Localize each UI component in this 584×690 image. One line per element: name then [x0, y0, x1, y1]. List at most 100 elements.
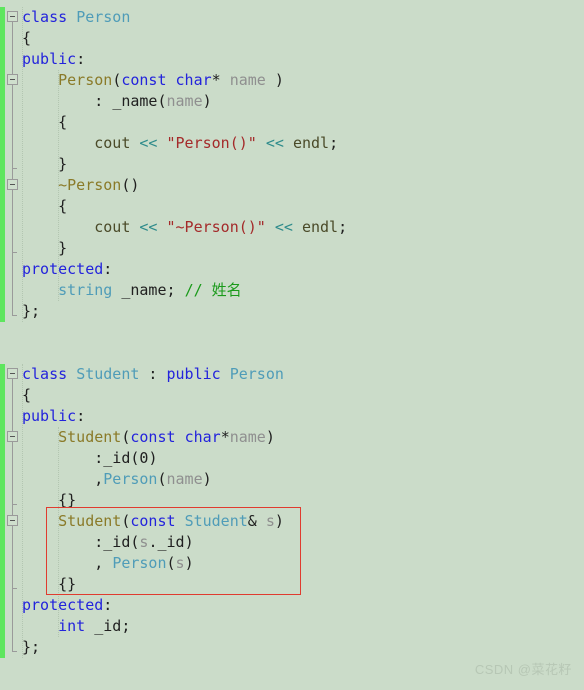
code-line-29[interactable]: protected: — [22, 595, 112, 616]
token-plain: : — [139, 365, 167, 383]
token-plain: ._id — [148, 533, 185, 551]
token-type: Person — [229, 365, 284, 383]
token-var: name — [229, 71, 266, 89]
code-line-21[interactable]: Student(const char*name) — [22, 427, 275, 448]
code-line-26[interactable]: :_id(s._id) — [22, 532, 193, 553]
code-line-19[interactable]: { — [22, 385, 31, 406]
code-line-9[interactable]: ~Person() — [22, 175, 139, 196]
token-plain: ( — [166, 554, 176, 572]
code-line-22[interactable]: :_id(0) — [22, 448, 157, 469]
token-plain: * — [220, 428, 230, 446]
token-plain: & — [247, 512, 266, 530]
csdn-watermark: CSDN @菜花籽 — [474, 662, 572, 677]
code-line-13[interactable]: protected: — [22, 259, 112, 280]
token-plain: {} — [22, 575, 77, 593]
code-line-18[interactable]: class Student : public Person — [22, 364, 284, 385]
token-var: name — [229, 428, 266, 446]
code-line-1[interactable]: class Person — [22, 7, 130, 28]
token-plain: , — [22, 554, 113, 572]
token-type: Student — [184, 512, 248, 530]
token-type: Person — [76, 8, 131, 26]
token-op: << — [274, 218, 293, 236]
code-line-25[interactable]: Student(const Student& s) — [22, 511, 284, 532]
code-line-3[interactable]: public: — [22, 49, 85, 70]
token-fn: Student — [58, 428, 122, 446]
token-plain: ) — [202, 92, 212, 110]
indent-guide — [22, 364, 23, 658]
token-plain: : — [22, 449, 104, 467]
token-plain: }; — [22, 638, 41, 656]
token-plain: : — [76, 407, 86, 425]
token-kw: char — [175, 71, 212, 89]
code-line-12[interactable]: } — [22, 238, 67, 259]
code-line-5[interactable]: : _name(name) — [22, 91, 212, 112]
token-fn: ~Person — [58, 176, 122, 194]
token-plain: , — [22, 470, 104, 488]
code-line-8[interactable]: } — [22, 154, 67, 175]
token-plain: : — [103, 260, 113, 278]
code-line-6[interactable]: { — [22, 112, 67, 133]
code-line-31[interactable]: }; — [22, 637, 40, 658]
code-line-24[interactable]: {} — [22, 490, 76, 511]
token-plain: ) — [274, 512, 284, 530]
code-editor[interactable]: class Person{public: Person(const char* … — [0, 0, 584, 690]
token-kw: char — [184, 428, 221, 446]
token-id: endl — [301, 218, 339, 236]
code-line-20[interactable]: public: — [22, 406, 85, 427]
token-plain: ( — [157, 92, 167, 110]
token-type: Person — [103, 470, 158, 488]
token-var: name — [166, 470, 203, 488]
token-str: "~Person()" — [166, 218, 266, 236]
token-kw: public — [22, 50, 77, 68]
token-kw: protected — [22, 260, 104, 278]
code-line-14[interactable]: string _name; // 姓名 — [22, 280, 242, 301]
code-line-23[interactable]: ,Person(name) — [22, 469, 212, 490]
code-line-11[interactable]: cout << "~Person()" << endl; — [22, 217, 347, 238]
change-bar — [0, 7, 5, 322]
token-op: << — [139, 134, 158, 152]
code-line-30[interactable]: int _id; — [22, 616, 130, 637]
code-line-10[interactable]: { — [22, 196, 67, 217]
token-plain: () — [121, 176, 140, 194]
code-line-4[interactable]: Person(const char* name ) — [22, 70, 284, 91]
token-kw: const — [130, 428, 176, 446]
token-var: name — [166, 92, 203, 110]
token-kw: int — [58, 617, 86, 635]
code-line-27[interactable]: , Person(s) — [22, 553, 194, 574]
code-line-15[interactable]: }; — [22, 301, 40, 322]
token-plain: ) — [202, 470, 212, 488]
token-plain: : — [103, 596, 113, 614]
token-plain: ) — [148, 449, 158, 467]
token-plain: } — [22, 155, 68, 173]
token-str: "Person()" — [166, 134, 257, 152]
token-plain: ) — [265, 428, 275, 446]
code-line-7[interactable]: cout << "Person()" << endl; — [22, 133, 338, 154]
code-line-2[interactable]: { — [22, 28, 31, 49]
token-plain: { — [22, 386, 32, 404]
token-op: << — [265, 134, 284, 152]
token-plain: ( — [157, 470, 167, 488]
token-kw: class — [22, 8, 68, 26]
token-plain: } — [22, 239, 68, 257]
token-var: s — [175, 554, 185, 572]
code-line-28[interactable]: {} — [22, 574, 76, 595]
code-area[interactable]: class Person{public: Person(const char* … — [0, 0, 584, 690]
token-type: string — [58, 281, 113, 299]
indent-guide — [22, 7, 23, 322]
token-id: endl — [292, 134, 330, 152]
token-plain: }; — [22, 302, 41, 320]
token-kw: public — [22, 407, 77, 425]
token-plain: ) — [184, 554, 194, 572]
